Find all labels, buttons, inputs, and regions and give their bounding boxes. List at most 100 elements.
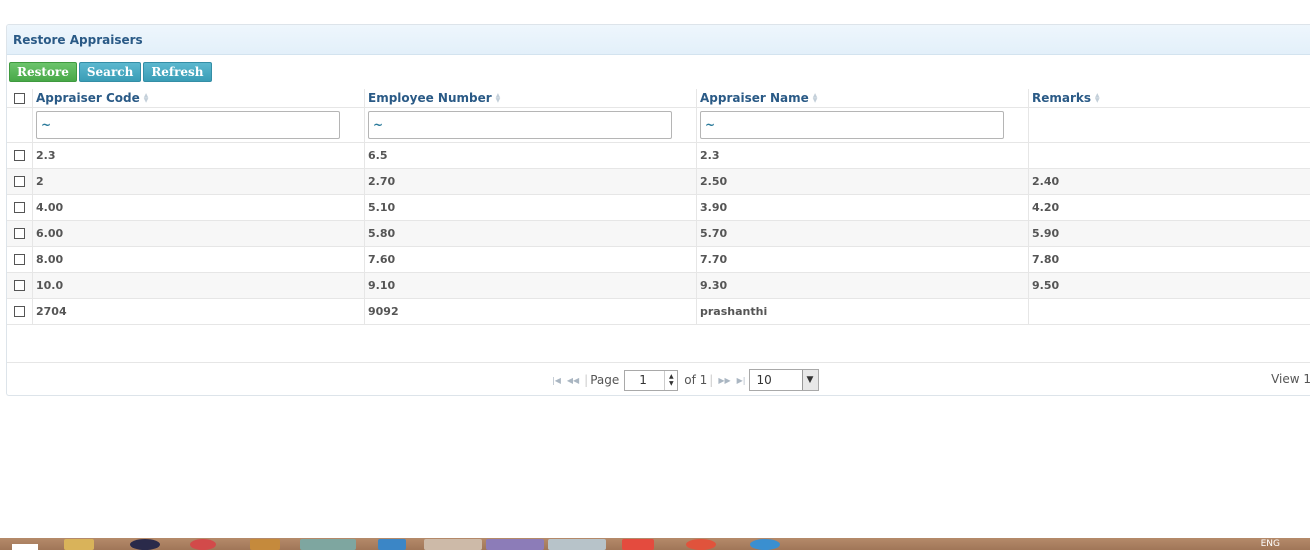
row-select-cell — [7, 195, 33, 220]
filter-cell — [1029, 108, 1310, 142]
appraiser-code-cell: 2 — [33, 169, 365, 194]
search-button[interactable]: Search — [78, 62, 142, 82]
row-checkbox[interactable] — [14, 176, 25, 187]
remarks-cell: 7.80 — [1032, 253, 1060, 266]
filter-cell — [33, 108, 365, 142]
appraiser-name-cell: 2.50 — [697, 169, 1029, 194]
column-header-remarks[interactable]: Remarks ▲ ▼ — [1029, 89, 1310, 107]
app-icon[interactable] — [424, 539, 482, 550]
app-icon[interactable] — [686, 539, 716, 550]
first-page-icon[interactable]: |◀ — [552, 376, 561, 385]
employee-number-cell: 7.60 — [365, 247, 697, 272]
column-header-appraiser-name[interactable]: Appraiser Name ▲ ▼ — [697, 89, 1029, 107]
browser-icon[interactable] — [750, 539, 780, 550]
column-header-label: Appraiser Name — [700, 91, 809, 105]
os-taskbar: ENG — [0, 538, 1310, 550]
row-select-cell — [7, 143, 33, 168]
next-page-icon[interactable]: ▶▶ — [718, 376, 730, 385]
pager-controls: |◀ ◀◀ | Page 1 ▲ ▼ of 1 | ▶▶ ▶| 10 ▼ — [549, 369, 819, 391]
remarks-cell: 5.90 — [1032, 227, 1060, 240]
sort-icon: ▲ ▼ — [495, 92, 501, 104]
language-indicator[interactable]: ENG — [1261, 539, 1280, 549]
remarks-cell: 2.40 — [1032, 175, 1060, 188]
table-row[interactable]: 2.3 6.5 2.3 — [7, 143, 1310, 169]
row-select-cell — [7, 273, 33, 298]
select-all-checkbox[interactable] — [14, 92, 25, 104]
panel-header: Restore Appraisers — [7, 25, 1310, 55]
appraiser-code-cell: 2704 — [33, 299, 365, 324]
refresh-button[interactable]: Refresh — [143, 62, 212, 82]
column-header-label: Employee Number — [368, 91, 492, 105]
app-icon[interactable] — [190, 539, 216, 550]
windows-start-icon[interactable] — [12, 544, 38, 550]
app-icon[interactable] — [548, 539, 606, 550]
page-number-input[interactable]: 1 ▲ ▼ — [624, 369, 679, 391]
last-page-icon[interactable]: ▶| — [737, 376, 746, 385]
row-checkbox[interactable] — [14, 228, 25, 239]
filter-cell — [697, 108, 1029, 142]
row-select-cell — [7, 299, 33, 324]
remarks-cell — [1029, 299, 1310, 324]
table-row[interactable]: 2 2.70 2.50 2.40 — [7, 169, 1310, 195]
app-icon[interactable] — [622, 539, 654, 550]
table-row[interactable]: 4.00 5.10 3.90 4.20 — [7, 195, 1310, 221]
pager-separator: | — [584, 373, 589, 387]
page-spinner-icon[interactable]: ▲ ▼ — [664, 370, 677, 390]
toolbar: Restore Search Refresh — [7, 59, 1310, 85]
page-number-value: 1 — [639, 373, 647, 387]
appraiser-name-cell: 7.70 — [697, 247, 1029, 272]
employee-number-filter-input[interactable] — [368, 111, 672, 139]
appraiser-code-filter-input[interactable] — [36, 111, 340, 139]
remarks-cell: 4.20 — [1032, 201, 1060, 214]
appraiser-code-cell: 10.0 — [33, 273, 365, 298]
employee-number-cell: 5.80 — [365, 221, 697, 246]
pager-separator: | — [709, 373, 714, 387]
remarks-cell: 9.50 — [1032, 279, 1060, 292]
appraiser-code-cell: 8.00 — [33, 247, 365, 272]
restore-button[interactable]: Restore — [9, 62, 77, 82]
sort-icon: ▲ ▼ — [143, 92, 149, 104]
employee-number-cell: 5.10 — [365, 195, 697, 220]
table-row[interactable]: 2704 9092 prashanthi — [7, 299, 1310, 325]
row-select-cell — [7, 169, 33, 194]
row-checkbox[interactable] — [14, 202, 25, 213]
column-header-employee-number[interactable]: Employee Number ▲ ▼ — [365, 89, 697, 107]
row-checkbox[interactable] — [14, 150, 25, 161]
sort-icon: ▲ ▼ — [812, 92, 818, 104]
appraiser-name-cell: 5.70 — [697, 221, 1029, 246]
select-all-cell — [7, 89, 33, 107]
app-icon[interactable] — [250, 539, 280, 550]
table-row[interactable]: 6.00 5.80 5.70 5.90 — [7, 221, 1310, 247]
row-checkbox[interactable] — [14, 306, 25, 317]
row-checkbox[interactable] — [14, 254, 25, 265]
filter-cell — [365, 108, 697, 142]
pager: |◀ ◀◀ | Page 1 ▲ ▼ of 1 | ▶▶ ▶| 10 ▼ View… — [7, 362, 1310, 395]
appraiser-name-filter-input[interactable] — [700, 111, 1004, 139]
panel-title: Restore Appraisers — [13, 32, 143, 47]
employee-number-cell: 9.10 — [365, 273, 697, 298]
file-explorer-icon[interactable] — [64, 539, 94, 550]
table-row[interactable]: 8.00 7.60 7.70 7.80 — [7, 247, 1310, 273]
employee-number-cell: 9092 — [365, 299, 697, 324]
appraisers-grid: Appraiser Code ▲ ▼ Employee Number ▲ ▼ App… — [7, 89, 1310, 325]
filter-spacer — [7, 108, 33, 142]
column-header-appraiser-code[interactable]: Appraiser Code ▲ ▼ — [33, 89, 365, 107]
employee-number-cell: 2.70 — [365, 169, 697, 194]
prev-page-icon[interactable]: ◀◀ — [567, 376, 579, 385]
app-icon[interactable] — [130, 539, 160, 550]
row-select-cell — [7, 221, 33, 246]
grid-header-row: Appraiser Code ▲ ▼ Employee Number ▲ ▼ App… — [7, 89, 1310, 108]
chevron-down-icon[interactable]: ▼ — [801, 370, 818, 390]
appraiser-code-cell: 2.3 — [33, 143, 365, 168]
row-checkbox[interactable] — [14, 280, 25, 291]
page-size-value: 10 — [756, 373, 772, 387]
page-count-label: of 1 — [684, 373, 708, 387]
column-header-label: Remarks — [1032, 91, 1092, 105]
page-size-select[interactable]: 10 ▼ — [748, 369, 819, 391]
remarks-cell — [1029, 143, 1310, 168]
appraiser-name-cell: prashanthi — [697, 299, 1029, 324]
app-icon[interactable] — [378, 539, 406, 550]
table-row[interactable]: 10.0 9.10 9.30 9.50 — [7, 273, 1310, 299]
app-icon[interactable] — [486, 539, 544, 550]
app-icon[interactable] — [300, 539, 356, 550]
